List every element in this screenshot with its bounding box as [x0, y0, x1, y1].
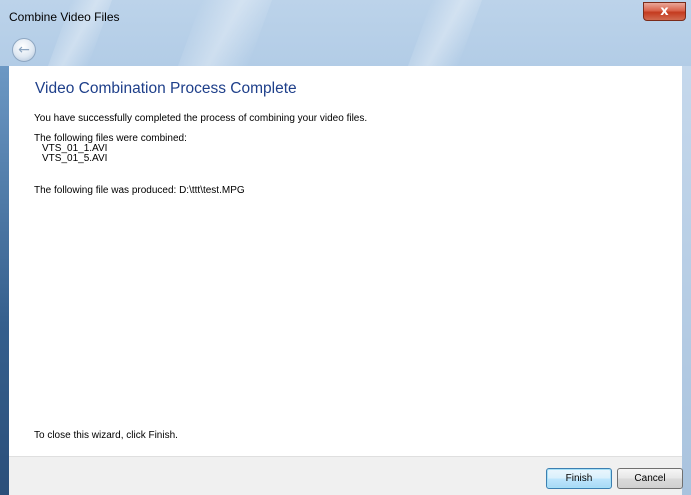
wizard-window: Combine Video Files x ← Video Combinatio…	[0, 0, 691, 495]
cancel-button[interactable]: Cancel	[617, 468, 683, 489]
window-title: Combine Video Files	[9, 10, 120, 24]
produced-message: The following file was produced: D:\ttt\…	[34, 185, 245, 196]
window-right-border	[682, 66, 691, 495]
list-item: VTS_01_5.AVI	[42, 153, 108, 164]
title-bar[interactable]: Combine Video Files x	[0, 0, 691, 34]
page-title: Video Combination Process Complete	[35, 80, 297, 97]
finish-button[interactable]: Finish	[546, 468, 612, 489]
close-instruction: To close this wizard, click Finish.	[34, 430, 178, 441]
window-left-border	[0, 66, 9, 495]
wizard-content: Video Combination Process Complete You h…	[9, 66, 682, 456]
close-button[interactable]: x	[643, 2, 686, 21]
success-message: You have successfully completed the proc…	[34, 113, 368, 124]
back-button[interactable]: ←	[12, 38, 36, 62]
close-icon: x	[660, 4, 669, 19]
back-arrow-icon: ←	[18, 42, 30, 58]
button-bar: Finish Cancel	[9, 456, 683, 495]
